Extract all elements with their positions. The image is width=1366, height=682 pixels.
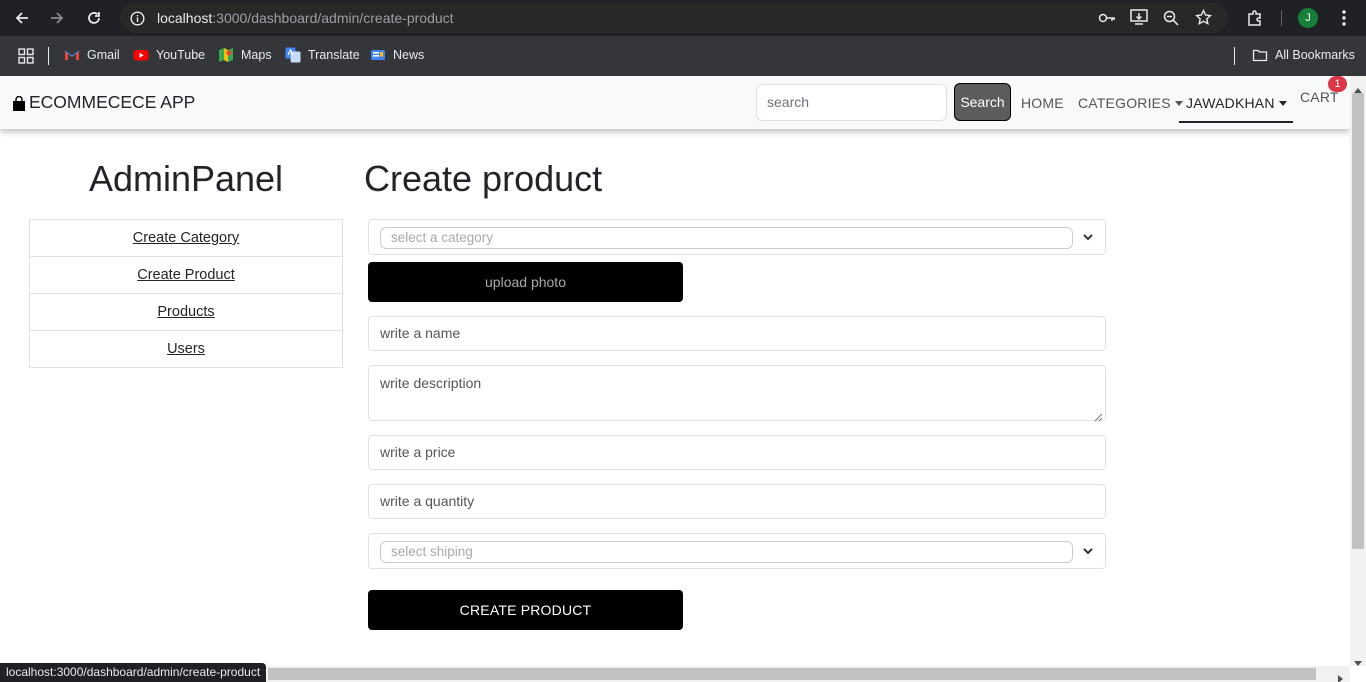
caret-down-icon <box>1278 101 1287 106</box>
menu-create-product[interactable]: Create Product <box>29 256 343 294</box>
menu-create-category[interactable]: Create Category <box>29 219 343 257</box>
menu-kebab-icon[interactable] <box>1332 6 1356 30</box>
bookmark-news[interactable]: News <box>370 47 424 63</box>
upload-photo-button[interactable]: upload photo <box>368 262 683 302</box>
chevron-down-icon <box>1081 544 1095 558</box>
install-app-icon[interactable] <box>1130 9 1148 31</box>
menu-users[interactable]: Users <box>29 330 343 368</box>
password-key-icon[interactable] <box>1098 10 1116 31</box>
page-title: Create product <box>364 158 603 199</box>
maps-icon <box>218 47 234 63</box>
bookmark-label: Translate <box>308 48 360 62</box>
folder-icon <box>1252 47 1268 63</box>
admin-menu: Create Category Create Product Products … <box>29 219 343 368</box>
bookmark-label: News <box>393 48 425 62</box>
bookmark-label: Gmail <box>87 48 120 62</box>
url-host: localhost <box>157 10 213 26</box>
quantity-input[interactable]: write a quantity <box>368 484 1106 519</box>
search-button[interactable]: Search <box>954 83 1011 121</box>
url-path: :3000/dashboard/admin/create-product <box>212 10 454 26</box>
chevron-down-icon <box>1081 230 1095 244</box>
vertical-scrollbar-thumb[interactable] <box>1352 93 1364 549</box>
forward-icon[interactable] <box>45 6 69 30</box>
bookmark-label: Maps <box>241 48 272 62</box>
caret-down-icon <box>1174 101 1183 106</box>
nav-home[interactable]: HOME <box>1021 95 1064 111</box>
create-product-button[interactable]: CREATE PRODUCT <box>368 590 683 630</box>
nav-categories-label: CATEGORIES <box>1078 95 1171 111</box>
bookmarks-divider <box>48 47 49 65</box>
active-nav-underline <box>1179 121 1293 123</box>
all-bookmarks-label: All Bookmarks <box>1275 48 1355 62</box>
price-input[interactable]: write a price <box>368 435 1106 470</box>
bookmark-gmail[interactable]: Gmail <box>64 47 120 63</box>
scroll-down-arrow-icon[interactable] <box>1354 654 1362 672</box>
profile-avatar[interactable]: J <box>1298 8 1318 28</box>
brand-link[interactable]: ECOMMECECE APP <box>12 92 195 113</box>
bookmark-youtube[interactable]: YouTube <box>133 47 205 63</box>
scroll-right-arrow-icon[interactable] <box>1338 670 1344 682</box>
search-input[interactable]: search <box>756 84 947 121</box>
apps-grid-icon[interactable] <box>18 48 34 69</box>
bookmarks-bar: Gmail YouTube Maps Translate News All Bo… <box>0 36 1366 76</box>
name-input[interactable]: write a name <box>368 316 1106 351</box>
horizontal-scrollbar-thumb[interactable] <box>268 668 1316 680</box>
browser-toolbar: localhost:3000/dashboard/admin/create-pr… <box>0 0 1366 36</box>
shipping-select-value: select shiping <box>380 541 1073 563</box>
resize-handle-icon[interactable] <box>1094 409 1103 422</box>
toolbar-divider <box>1281 10 1282 26</box>
category-select-value: select a category <box>380 227 1073 249</box>
translate-icon <box>285 47 301 63</box>
status-bar-url: localhost:3000/dashboard/admin/create-pr… <box>0 663 267 682</box>
bookmarks-divider <box>1234 47 1235 65</box>
admin-panel-title: AdminPanel <box>88 158 284 199</box>
description-textarea[interactable]: write description <box>368 365 1106 422</box>
youtube-icon <box>133 47 149 63</box>
bookmark-translate[interactable]: Translate <box>285 47 360 63</box>
scroll-up-arrow-icon[interactable] <box>1354 80 1362 98</box>
site-info-icon[interactable] <box>130 11 145 31</box>
zoom-icon[interactable] <box>1163 10 1179 31</box>
url-text: localhost:3000/dashboard/admin/create-pr… <box>157 10 454 26</box>
shopping-bag-icon <box>12 95 26 111</box>
bookmark-label: YouTube <box>156 48 206 62</box>
shipping-select[interactable]: select shiping <box>368 533 1106 569</box>
extensions-icon[interactable] <box>1243 6 1267 30</box>
news-icon <box>370 47 386 63</box>
cart-count-badge: 1 <box>1328 76 1347 92</box>
category-select[interactable]: select a category <box>368 219 1106 255</box>
gmail-icon <box>64 47 80 63</box>
nav-user-dropdown[interactable]: JAWADKHAN <box>1186 95 1287 111</box>
all-bookmarks[interactable]: All Bookmarks <box>1252 47 1355 63</box>
bookmark-star-icon[interactable] <box>1195 8 1212 31</box>
nav-categories-dropdown[interactable]: CATEGORIES <box>1078 95 1183 111</box>
description-placeholder: write description <box>380 375 482 391</box>
back-icon[interactable] <box>10 6 34 30</box>
menu-products[interactable]: Products <box>29 293 343 331</box>
bookmark-maps[interactable]: Maps <box>218 47 272 63</box>
reload-icon[interactable] <box>82 6 106 30</box>
address-bar[interactable]: localhost:3000/dashboard/admin/create-pr… <box>120 3 1228 33</box>
app-navbar: ECOMMECECE APP search Search HOME CATEGO… <box>0 76 1350 129</box>
nav-user-label: JAWADKHAN <box>1186 95 1275 111</box>
brand-name: ECOMMECECE APP <box>29 92 196 112</box>
